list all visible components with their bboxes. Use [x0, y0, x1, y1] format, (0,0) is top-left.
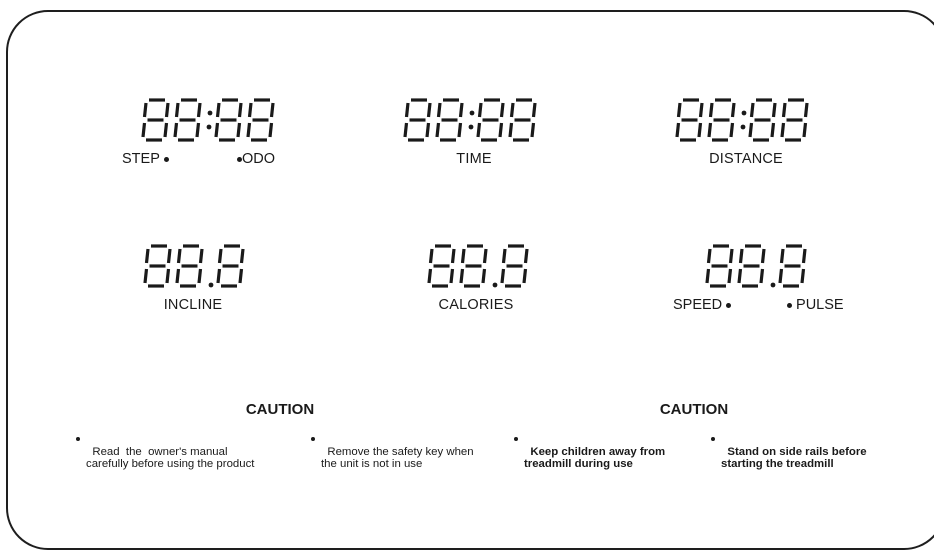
- lcd-digit-8: [246, 98, 275, 142]
- lcd-colon-dot: [206, 124, 212, 130]
- speed-pulse-display: [705, 244, 807, 288]
- lcd-digit-8: [737, 244, 766, 288]
- lcd-colon-dot: [741, 110, 747, 116]
- step-odo-display: [141, 98, 275, 142]
- lcd-colon-dot: [469, 110, 475, 116]
- speed-indicator-dot: [726, 302, 732, 308]
- lcd-digit-8: [427, 244, 456, 288]
- lcd-digit-8: [141, 98, 170, 142]
- bullet-icon: [76, 437, 80, 441]
- bullet-icon: [311, 437, 315, 441]
- lcd-digit-8: [500, 244, 529, 288]
- caution-heading-right: CAUTION: [659, 401, 729, 418]
- lcd-digit-8: [780, 98, 809, 142]
- lcd-digit-8: [675, 98, 704, 142]
- odo-label: ODO: [237, 151, 275, 167]
- lcd-digit-8: [435, 98, 464, 142]
- caution-item-side-rails: Stand on side rails before starting the …: [711, 433, 867, 471]
- calories-label: CALORIES: [438, 297, 514, 313]
- calories-display: [427, 244, 529, 288]
- time-label: TIME: [456, 151, 492, 167]
- lcd-digit-8: [216, 244, 245, 288]
- lcd-digit-8: [707, 98, 736, 142]
- lcd-digit-8: [508, 98, 537, 142]
- lcd-digit-8: [748, 98, 777, 142]
- caution-item-children: Keep children away from treadmill during…: [514, 433, 665, 471]
- lcd-colon-dot: [207, 110, 213, 116]
- lcd-digit-8: [214, 98, 243, 142]
- step-label: STEP: [122, 151, 169, 167]
- distance-display: [675, 98, 809, 142]
- pulse-label: PULSE: [787, 297, 844, 313]
- lcd-digit-8: [403, 98, 432, 142]
- lcd-digit-8: [459, 244, 488, 288]
- caution-item-safety-key: Remove the safety key when the unit is n…: [311, 433, 474, 471]
- lcd-colon-dot: [468, 124, 474, 130]
- lcd-digit-8: [476, 98, 505, 142]
- time-display: [403, 98, 537, 142]
- lcd-digit-8: [778, 244, 807, 288]
- lcd-digit-8: [143, 244, 172, 288]
- pulse-indicator-dot: [787, 302, 792, 308]
- step-indicator-dot: [163, 156, 169, 162]
- lcd-decimal-point: [492, 282, 498, 288]
- lcd-colon-dot: [740, 124, 746, 130]
- lcd-decimal-point: [208, 282, 214, 288]
- distance-label: DISTANCE: [709, 151, 783, 167]
- bullet-icon: [711, 437, 715, 441]
- lcd-digit-8: [705, 244, 734, 288]
- lcd-digit-8: [175, 244, 204, 288]
- lcd-digit-8: [173, 98, 202, 142]
- bullet-icon: [514, 437, 518, 441]
- speed-label: SPEED: [673, 297, 732, 313]
- lcd-decimal-point: [770, 282, 776, 288]
- incline-display: [143, 244, 245, 288]
- incline-label: INCLINE: [163, 297, 223, 313]
- caution-item-manual: Read the owner's manual carefully before…: [76, 433, 254, 471]
- caution-heading-left: CAUTION: [245, 401, 315, 418]
